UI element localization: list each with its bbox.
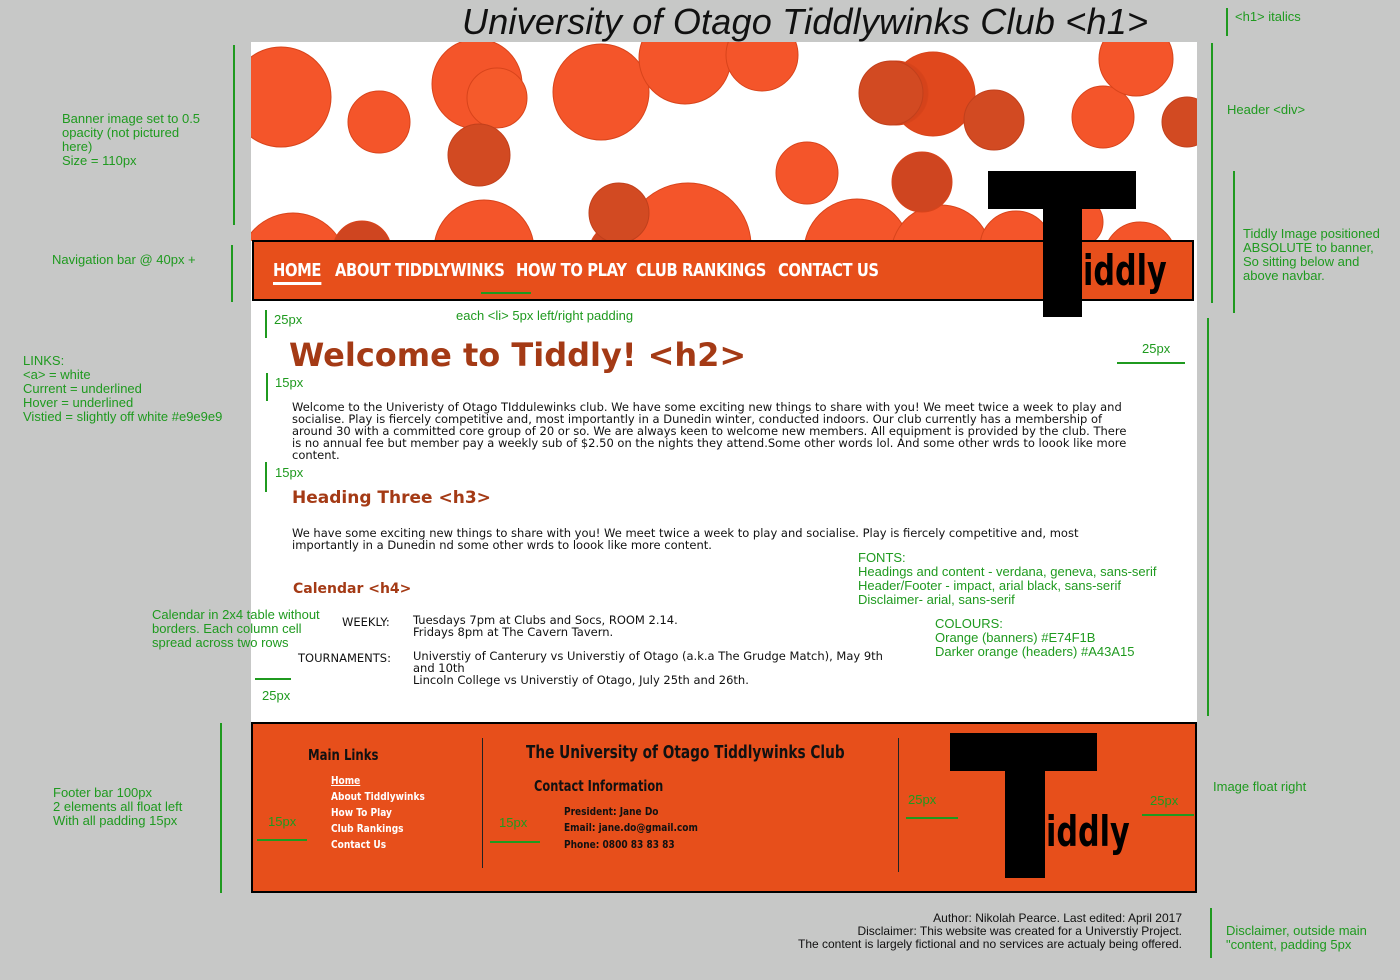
calendar-tournament-line-2: Lincoln College vs Universtiy of Otago, … (413, 673, 749, 687)
annotation-line-footer-15a (257, 839, 307, 841)
footer-link-home[interactable]: Home (331, 774, 360, 787)
annotation-li-padding: each <li> 5px left/right padding (456, 308, 634, 323)
annotation-25px-top: 25px (274, 312, 303, 327)
intro-paragraph: Welcome to the Univeristy of Otago TIddu… (292, 400, 1127, 462)
annotation-line-h1 (1226, 8, 1228, 36)
annotation-line-disclaimer (1210, 908, 1212, 958)
nav-item-club-rankings[interactable]: CLUB RANKINGS (636, 260, 766, 281)
annotation-line-tiddly (1233, 171, 1235, 313)
second-paragraph: We have some exciting new things to shar… (292, 526, 1079, 552)
annotation-line-footer-15b (490, 841, 540, 843)
calendar-label-weekly: WEEKLY: (342, 615, 390, 629)
footer-link-how-to-play[interactable]: How To Play (331, 806, 392, 819)
annotation-footer-15px-a: 15px (268, 814, 297, 829)
annotation-25px-bottom: 25px (262, 688, 291, 703)
calendar-tournament-line-1: Universtiy of Canterury vs Universtiy of… (413, 649, 883, 675)
annotation-line-25px-bottom (255, 678, 291, 680)
disclaimer-fictional: The content is largely fictional and no … (798, 937, 1182, 951)
footer-club-title: The University of Otago Tiddlywinks Club (526, 742, 845, 763)
welcome-heading: Welcome to Tiddly! <h2> (289, 336, 747, 374)
annotation-footer: Footer bar 100px 2 elements all float le… (53, 785, 183, 828)
annotation-line-25px-top (265, 310, 267, 338)
footer-contact-president: President: Jane Do (564, 805, 659, 818)
calendar-label-tournaments: TOURNAMENTS: (298, 651, 391, 665)
annotation-banner: Banner image set to 0.5 opacity (not pic… (62, 111, 201, 168)
nav-item-home[interactable]: HOME (273, 260, 321, 285)
annotation-h1-italics: <h1> italics (1235, 9, 1301, 24)
footer-main-links-heading: Main Links (308, 746, 379, 764)
nav-item-contact-us[interactable]: CONTACT US (778, 260, 879, 281)
annotation-image-float: Image float right (1213, 779, 1307, 794)
logo-t-stem (1043, 171, 1082, 317)
footer-logo-t-stem (1005, 733, 1045, 878)
annotation-calendar: Calendar in 2x4 table without borders. E… (152, 607, 320, 650)
footer-contact-email[interactable]: Email: jane.do@gmail.com (564, 821, 698, 834)
annotation-line-15px-b (265, 462, 267, 492)
annotation-25px-right: 25px (1142, 341, 1171, 356)
annotation-disclaimer: Disclaimer, outside main "content, paddi… (1226, 923, 1367, 952)
footer-logo-text: iddly (1046, 807, 1130, 856)
annotation-header-div: Header <div> (1227, 102, 1306, 117)
nav-item-about-tiddlywinks[interactable]: ABOUT TIDDLYWINKS (335, 260, 505, 281)
footer-link-club-rankings[interactable]: Club Rankings (331, 822, 404, 835)
annotation-line-content (1207, 318, 1209, 716)
annotation-15px-a: 15px (275, 375, 304, 390)
annotation-footer-15px-b: 15px (499, 815, 528, 830)
annotation-links: LINKS: <a> = white Current = underlined … (23, 353, 223, 424)
footer-link-contact-us[interactable]: Contact Us (331, 838, 386, 851)
annotation-line-li-padding (481, 292, 531, 294)
footer-divider-left (482, 738, 483, 868)
footer-divider-right (898, 738, 899, 872)
page-title: University of Otago Tiddlywinks Club <h1… (462, 1, 1149, 42)
annotation-navbar: Navigation bar @ 40px + (52, 252, 196, 267)
calendar-heading: Calendar <h4> (293, 581, 412, 597)
annotation-line-25px-right (1117, 362, 1185, 364)
annotation-tiddly-image: Tiddly Image positioned ABSOLUTE to bann… (1243, 226, 1380, 283)
annotation-line-navbar (231, 245, 233, 302)
annotation-line-footer-25a (906, 817, 958, 819)
annotation-line-header (1211, 43, 1213, 303)
nav-item-how-to-play[interactable]: HOW TO PLAY (516, 260, 627, 281)
annotation-colours: COLOURS: Orange (banners) #E74F1B Darker… (935, 616, 1135, 659)
annotation-footer-25px-b: 25px (1150, 793, 1179, 808)
annotation-line-footer (220, 723, 222, 893)
logo-text: iddly (1083, 246, 1167, 295)
annotation-fonts: FONTS: Headings and content - verdana, g… (858, 550, 1157, 607)
heading-three: Heading Three <h3> (292, 488, 491, 508)
annotation-line-15px-a (266, 373, 268, 401)
annotation-line-footer-25b (1142, 814, 1194, 816)
footer-contact-heading: Contact Information (534, 777, 664, 795)
annotation-15px-b: 15px (275, 465, 304, 480)
calendar-weekly-line-2: Fridays 8pm at The Cavern Tavern. (413, 625, 614, 639)
footer-link-about-tiddlywinks[interactable]: About Tiddlywinks (331, 790, 425, 803)
annotation-line-banner (233, 45, 235, 225)
footer-contact-phone: Phone: 0800 83 83 83 (564, 838, 675, 851)
annotation-footer-25px-a: 25px (908, 792, 937, 807)
